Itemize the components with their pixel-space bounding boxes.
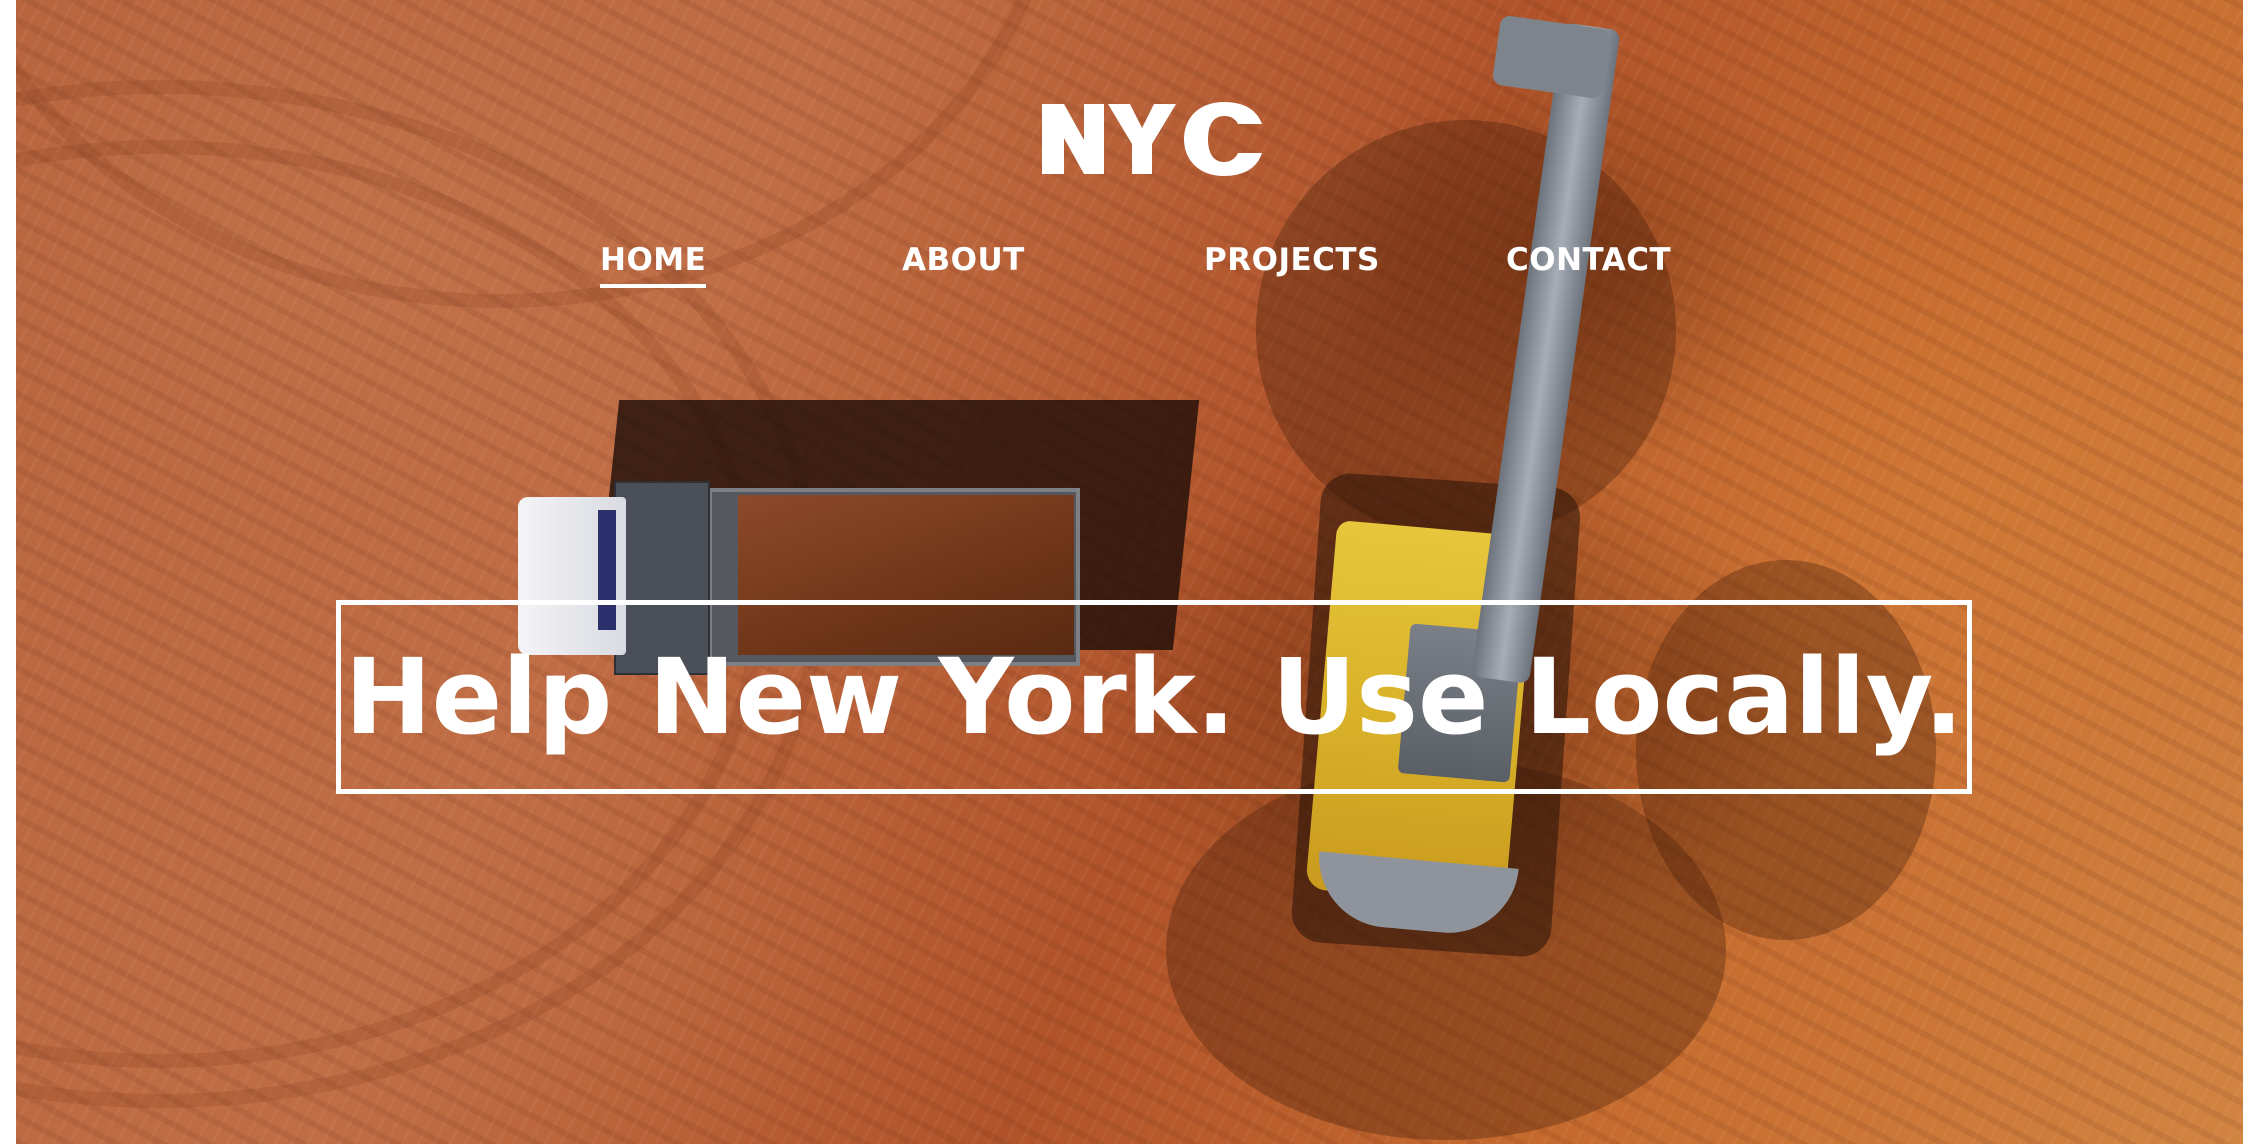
hero-banner: HOME ABOUT PROJECTS CONTACT Help New Yor…: [16, 0, 2243, 1144]
nav-home-link[interactable]: HOME: [600, 242, 707, 288]
main-nav: HOME ABOUT PROJECTS CONTACT: [16, 242, 2243, 292]
nav-about-link[interactable]: ABOUT: [902, 242, 1025, 278]
nav-contact-link[interactable]: CONTACT: [1506, 242, 1671, 278]
excavator-bucket: [1491, 14, 1611, 100]
hero-headline: Help New York. Use Locally.: [344, 636, 1964, 758]
soil-patch: [1256, 120, 1676, 540]
headline-frame: Help New York. Use Locally.: [336, 600, 1972, 794]
nyc-logo-icon[interactable]: [1038, 100, 1266, 178]
nav-projects-link[interactable]: PROJECTS: [1204, 242, 1380, 278]
